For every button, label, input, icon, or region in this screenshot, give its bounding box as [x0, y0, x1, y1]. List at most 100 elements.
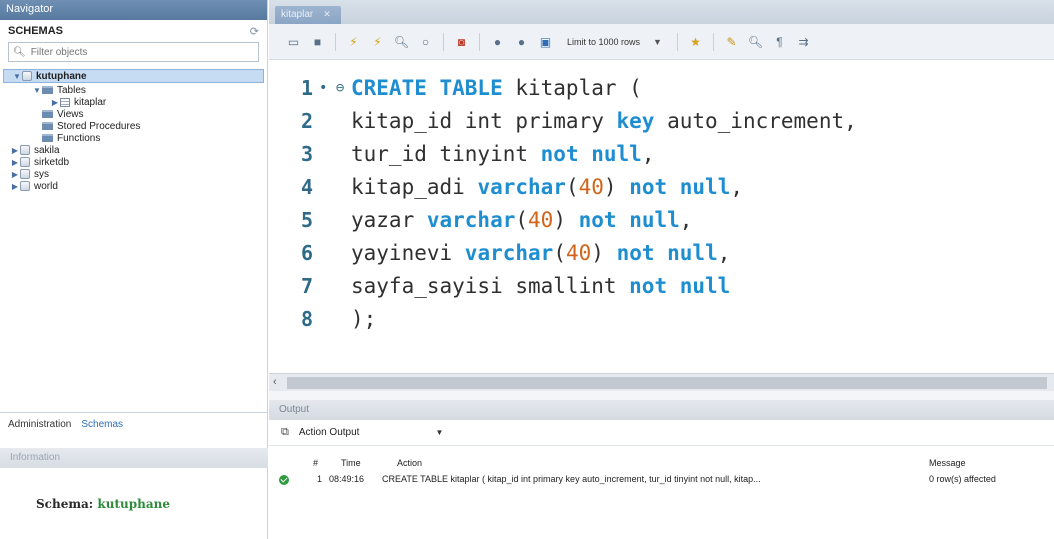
expanded-arrow-icon[interactable]: ▼	[12, 72, 22, 81]
sql-number: 40	[578, 175, 604, 199]
copy-icon[interactable]: ⧉	[281, 426, 289, 439]
tab-administration[interactable]: Administration	[8, 419, 71, 430]
collapsed-arrow-icon[interactable]: ▶	[50, 98, 60, 107]
database-icon	[20, 169, 30, 179]
collapsed-arrow-icon[interactable]: ▶	[10, 170, 20, 179]
tree-item-label: Tables	[57, 84, 86, 96]
sql-keyword: not null	[629, 274, 731, 298]
tree-item-label: sys	[34, 168, 49, 180]
toolbar-separator	[712, 32, 714, 51]
tree-item-sirketdb[interactable]: ▶ sirketdb	[0, 156, 267, 168]
commit-icon[interactable]: ●	[489, 33, 506, 50]
beautify-icon[interactable]: ✎	[723, 33, 740, 50]
sql-keyword: varchar	[464, 241, 554, 265]
save-icon[interactable]: ■	[309, 33, 326, 50]
navigator-tabs: Administration Schemas	[0, 412, 268, 436]
code-line[interactable]: 6 yayinevi varchar(40) not null,	[269, 237, 730, 269]
tree-item-sys[interactable]: ▶ sys	[0, 168, 267, 180]
code-line[interactable]: 3 tur_id tinyint not null,	[269, 138, 655, 170]
tree-item-tables[interactable]: ▼ Tables	[0, 84, 267, 96]
invisible-chars-icon[interactable]: ¶	[771, 33, 788, 50]
chevron-down-icon[interactable]: ▼	[653, 37, 662, 47]
sql-keyword: varchar	[426, 208, 516, 232]
sql-editor[interactable]: 1 • ⊖ CREATE TABLE kitaplar (2 kitap_id int…	[269, 60, 1054, 373]
sql-text: yayinevi	[351, 241, 465, 265]
code-line[interactable]: 5 yazar varchar(40) not null,	[269, 204, 692, 236]
tree-item-sakila[interactable]: ▶ sakila	[0, 144, 267, 156]
sql-keyword: CREATE TABLE	[351, 76, 503, 100]
tree-item-kutuphane[interactable]: ▼ kutuphane	[3, 69, 264, 83]
horizontal-scrollbar[interactable]: ‹	[269, 373, 1054, 391]
collapsed-arrow-icon[interactable]: ▶	[10, 158, 20, 167]
folder-icon	[42, 122, 53, 130]
line-number: 2	[300, 109, 313, 133]
tree-item-views[interactable]: Views	[0, 108, 267, 120]
limit-rows-select[interactable]: Limit to 1000 rows	[561, 37, 646, 47]
filter-input[interactable]	[30, 46, 254, 58]
expanded-arrow-icon[interactable]: ▼	[32, 86, 42, 95]
collapsed-arrow-icon[interactable]: ▶	[10, 146, 20, 155]
toolbar-separator	[335, 32, 336, 51]
sql-text: ,	[717, 241, 731, 265]
wrap-icon[interactable]: ⇉	[795, 33, 812, 50]
tree-item-functions[interactable]: Functions	[0, 132, 267, 144]
sql-toolbar: ▭ ■ ⚡ ⚡ 🔍︎ ○ ◙ ● ● ▣ Limit to 1000 rows …	[269, 24, 1054, 60]
editor-tab-strip: kitaplar ✕	[269, 0, 1054, 24]
navigator-title: Navigator	[0, 0, 267, 20]
refresh-icon[interactable]: ⟳	[250, 25, 259, 38]
editor-tab-kitaplar[interactable]: kitaplar ✕	[275, 6, 341, 24]
schemas-header: SCHEMAS ⟳	[0, 20, 267, 42]
editor-tab-label: kitaplar	[281, 9, 314, 20]
toolbar-separator	[479, 32, 480, 51]
sql-text: )	[553, 208, 579, 232]
code-line[interactable]: 1 • ⊖ CREATE TABLE kitaplar (	[269, 72, 642, 104]
sql-text: tur_id tinyint	[351, 142, 541, 166]
schema-info-value: kutuphane	[97, 497, 170, 511]
table-row[interactable]: 1 08:49:16 CREATE TABLE kitaplar ( kitap…	[269, 474, 1054, 488]
collapsed-arrow-icon[interactable]: ▶	[10, 182, 20, 191]
code-line[interactable]: 8);	[269, 303, 376, 335]
code-line[interactable]: 2 kitap_id int primary key auto_increment…	[269, 105, 857, 137]
line-number: 7	[300, 274, 313, 298]
sql-text: (	[515, 208, 529, 232]
database-icon	[20, 145, 30, 155]
sql-text: auto_increment,	[654, 109, 857, 133]
open-file-icon[interactable]: ▭	[285, 33, 302, 50]
schema-tree: ▼ kutuphane ▼ Tables ▶ kitaplar Views St…	[0, 69, 267, 192]
sql-keyword: not null	[616, 241, 718, 265]
row-message: 0 row(s) affected	[929, 474, 996, 484]
success-icon	[279, 475, 289, 487]
execute-current-icon[interactable]: ⚡	[369, 33, 386, 50]
tab-schemas[interactable]: Schemas	[81, 419, 123, 430]
output-selector-label: Action Output	[298, 427, 360, 438]
stop-icon[interactable]: ○	[417, 33, 434, 50]
scrollbar-thumb[interactable]	[287, 377, 1047, 389]
schema-info-label: Schema:	[36, 497, 94, 511]
autocommit-icon[interactable]: ▣	[537, 33, 554, 50]
tree-item-stored-procedures[interactable]: Stored Procedures	[0, 120, 267, 132]
tree-item-world[interactable]: ▶ world	[0, 180, 267, 192]
code-line[interactable]: 4 kitap_adi varchar(40) not null,	[269, 171, 743, 203]
sql-keyword: key	[616, 109, 655, 133]
sql-text: kitaplar (	[502, 76, 642, 100]
database-icon	[22, 71, 32, 81]
explain-icon[interactable]: 🔍︎	[393, 33, 410, 50]
rollback-icon[interactable]: ●	[513, 33, 530, 50]
row-action: CREATE TABLE kitaplar ( kitap_id int pri…	[382, 474, 761, 484]
chevron-down-icon[interactable]: ▼	[435, 428, 443, 437]
sql-text: sayfa_sayisi smallint	[351, 274, 630, 298]
code-line[interactable]: 7 sayfa_sayisi smallint not null	[269, 270, 730, 302]
tree-item-label: Functions	[57, 132, 101, 144]
tree-item-label: sirketdb	[34, 156, 70, 168]
scroll-left-icon[interactable]: ‹	[273, 376, 277, 388]
close-icon[interactable]: ✕	[323, 9, 331, 19]
column-header: Time	[341, 458, 361, 468]
find-icon[interactable]: 🔍︎	[747, 33, 764, 50]
output-selector[interactable]: ⧉ Action Output ▼	[269, 420, 1054, 446]
sql-keyword: not null	[578, 208, 680, 232]
bookmark-icon[interactable]: ★	[687, 33, 704, 50]
tree-item-kitaplar[interactable]: ▶ kitaplar	[0, 96, 267, 108]
error-toggle-icon[interactable]: ◙	[453, 33, 470, 50]
sql-number: 40	[565, 241, 592, 265]
execute-icon[interactable]: ⚡	[345, 33, 362, 50]
